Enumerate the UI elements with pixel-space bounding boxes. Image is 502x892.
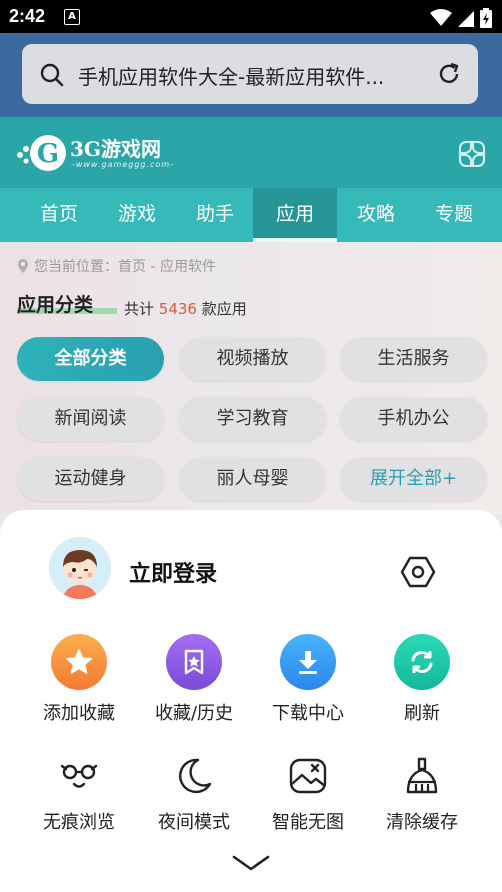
breadcrumb-text: 您当前位置：首页 - 应用软件 bbox=[34, 259, 216, 275]
status-bar: 2:42 A bbox=[0, 0, 502, 33]
nav-apps[interactable]: 应用 bbox=[253, 188, 337, 242]
count-number: 5436 bbox=[158, 300, 197, 318]
avatar-image bbox=[49, 537, 111, 599]
signal-icon bbox=[458, 11, 474, 27]
address-text: 手机应用软件大全-最新应用软件... bbox=[78, 65, 385, 89]
browser-menu-sheet: 立即登录 添加收藏 收藏/历史 下载中心 刷新 无痕浏览 夜间模式 智能无图 清… bbox=[0, 510, 502, 892]
refresh-button[interactable]: 刷新 bbox=[367, 634, 477, 725]
chip-beauty-baby[interactable]: 丽人母婴 bbox=[179, 457, 326, 501]
app-count: 共计 5436 款应用 bbox=[124, 298, 247, 319]
add-favorite-button[interactable]: 添加收藏 bbox=[24, 634, 134, 725]
night-mode-label: 夜间模式 bbox=[158, 812, 230, 833]
refresh-icon bbox=[394, 634, 450, 690]
breadcrumb: 您当前位置：首页 - 应用软件 bbox=[16, 256, 216, 276]
incognito-glasses-icon bbox=[60, 764, 98, 788]
browser-address-area: 手机应用软件大全-最新应用软件... bbox=[0, 33, 502, 117]
wifi-icon bbox=[430, 9, 452, 26]
count-prefix: 共计 bbox=[124, 300, 155, 318]
avatar[interactable] bbox=[49, 537, 111, 599]
add-favorite-label: 添加收藏 bbox=[43, 703, 115, 724]
night-mode-button[interactable]: 夜间模式 bbox=[139, 756, 249, 834]
search-icon bbox=[40, 63, 64, 87]
no-image-icon bbox=[289, 758, 327, 794]
settings-hexagon-icon[interactable] bbox=[400, 554, 436, 590]
site-logo-text[interactable]: 3G游戏网 bbox=[70, 133, 161, 162]
no-image-mode-button[interactable]: 智能无图 bbox=[253, 756, 363, 834]
refresh-label: 刷新 bbox=[404, 703, 440, 724]
chevron-down-icon[interactable] bbox=[231, 853, 271, 873]
star-icon bbox=[51, 634, 107, 690]
favorites-history-label: 收藏/历史 bbox=[154, 703, 234, 724]
nav-helper[interactable]: 助手 bbox=[174, 188, 256, 242]
page-content: 您当前位置：首页 - 应用软件 应用分类 共计 5436 款应用 全部分类 视频… bbox=[0, 242, 502, 514]
menu-grid-icon[interactable] bbox=[458, 140, 486, 168]
system-icons bbox=[430, 8, 492, 28]
site-nav: 首页 游戏 助手 应用 攻略 专题 bbox=[0, 188, 502, 242]
no-image-mode-label: 智能无图 bbox=[272, 812, 344, 833]
nav-home[interactable]: 首页 bbox=[18, 188, 100, 242]
favorites-history-button[interactable]: 收藏/历史 bbox=[139, 634, 249, 725]
bookmark-star-icon bbox=[166, 634, 222, 690]
reload-icon[interactable] bbox=[436, 61, 462, 87]
battery-icon bbox=[480, 8, 492, 28]
chip-expand-all[interactable]: 展开全部+ bbox=[340, 457, 487, 501]
incognito-label: 无痕浏览 bbox=[43, 812, 115, 833]
svg-text:G: G bbox=[37, 139, 59, 169]
clear-cache-label: 清除缓存 bbox=[386, 812, 458, 833]
broom-icon bbox=[406, 757, 438, 794]
notification-icon: A bbox=[64, 9, 80, 25]
download-center-label: 下载中心 bbox=[272, 703, 344, 724]
chip-fitness[interactable]: 运动健身 bbox=[17, 457, 164, 501]
chip-video[interactable]: 视频播放 bbox=[179, 337, 326, 381]
status-time: 2:42 bbox=[9, 6, 46, 26]
site-logo-icon[interactable]: G bbox=[16, 131, 68, 175]
download-icon bbox=[280, 634, 336, 690]
login-button[interactable]: 立即登录 bbox=[129, 556, 217, 588]
address-bar[interactable]: 手机应用软件大全-最新应用软件... bbox=[22, 44, 478, 104]
moon-icon bbox=[179, 758, 212, 794]
nav-games[interactable]: 游戏 bbox=[96, 188, 178, 242]
chip-office[interactable]: 手机办公 bbox=[340, 397, 487, 441]
nav-guides[interactable]: 攻略 bbox=[335, 188, 417, 242]
site-logo-subtitle: -www.gameggg.com- bbox=[72, 160, 174, 169]
location-pin-icon bbox=[18, 259, 28, 273]
incognito-button[interactable]: 无痕浏览 bbox=[24, 756, 134, 834]
site-header: G 3G游戏网 -www.gameggg.com- bbox=[0, 117, 502, 188]
download-center-button[interactable]: 下载中心 bbox=[253, 634, 363, 725]
category-title: 应用分类 bbox=[17, 294, 94, 316]
count-suffix: 款应用 bbox=[201, 300, 247, 318]
clear-cache-button[interactable]: 清除缓存 bbox=[367, 756, 477, 834]
nav-topics[interactable]: 专题 bbox=[413, 188, 495, 242]
chip-education[interactable]: 学习教育 bbox=[179, 397, 326, 441]
chip-all-categories[interactable]: 全部分类 bbox=[17, 337, 164, 381]
chip-news[interactable]: 新闻阅读 bbox=[17, 397, 164, 441]
chip-life-service[interactable]: 生活服务 bbox=[340, 337, 487, 381]
